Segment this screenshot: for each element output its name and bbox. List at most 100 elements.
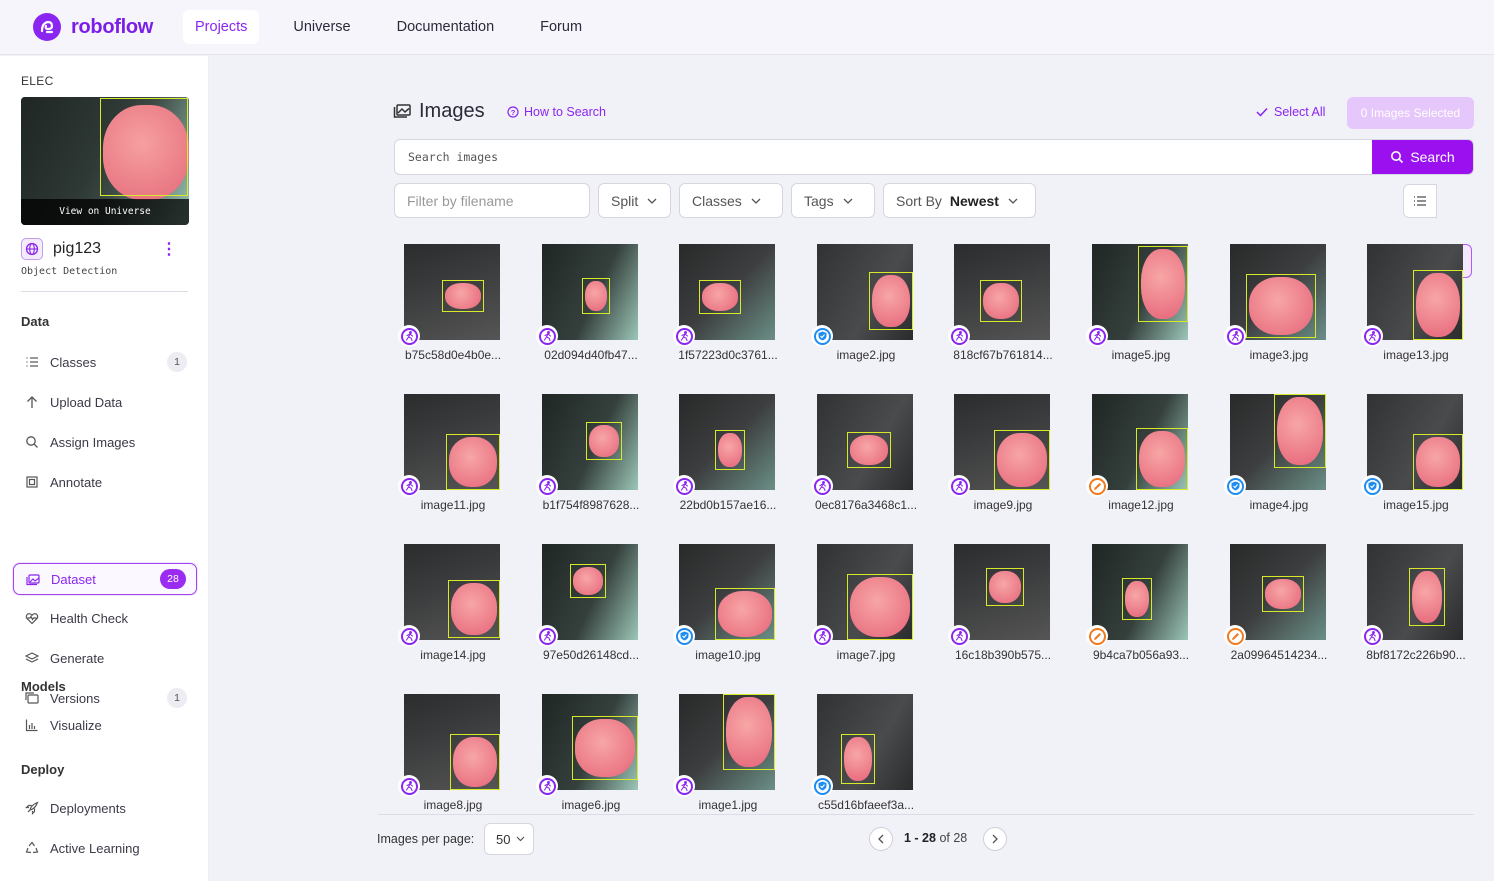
- image-tile[interactable]: 16c18b390b575...: [944, 544, 1062, 674]
- image-thumbnail[interactable]: [404, 694, 500, 790]
- image-filename: 818cf67b761814...: [953, 348, 1053, 362]
- image-tile[interactable]: image9.jpg: [944, 394, 1062, 524]
- image-thumbnail[interactable]: [679, 244, 775, 340]
- sidebar-item-generate[interactable]: Generate: [13, 642, 197, 674]
- prev-page-button[interactable]: [869, 827, 893, 851]
- roboflow-logo[interactable]: roboflow: [33, 13, 183, 41]
- image-thumbnail[interactable]: [542, 244, 638, 340]
- image-thumbnail[interactable]: [679, 544, 775, 640]
- filename-filter-input[interactable]: [407, 192, 577, 209]
- image-thumbnail[interactable]: [542, 394, 638, 490]
- image-thumbnail[interactable]: [1230, 544, 1326, 640]
- image-tile[interactable]: 0ec8176a3468c1...: [807, 394, 925, 524]
- image-tile[interactable]: 97e50d26148cd...: [532, 544, 650, 674]
- auto-annotated-icon: [536, 625, 558, 647]
- nav-universe[interactable]: Universe: [281, 10, 362, 44]
- search-button[interactable]: Search: [1372, 140, 1473, 174]
- image-thumbnail[interactable]: [542, 544, 638, 640]
- image-tile[interactable]: image4.jpg: [1220, 394, 1338, 524]
- more-vertical-icon[interactable]: ⋮: [161, 239, 177, 259]
- split-dropdown[interactable]: Split: [598, 183, 671, 218]
- image-tile[interactable]: image13.jpg: [1357, 244, 1475, 374]
- auto-annotated-icon: [398, 625, 420, 647]
- image-thumbnail[interactable]: [954, 544, 1050, 640]
- image-thumbnail[interactable]: [1092, 394, 1188, 490]
- image-tile[interactable]: image7.jpg: [807, 544, 925, 674]
- image-tile[interactable]: image6.jpg: [532, 694, 650, 824]
- nav-documentation[interactable]: Documentation: [385, 10, 507, 44]
- help-circle-icon: ?: [507, 106, 519, 118]
- image-tile[interactable]: image3.jpg: [1220, 244, 1338, 374]
- image-tile[interactable]: 22bd0b157ae16...: [669, 394, 787, 524]
- image-thumbnail[interactable]: [817, 544, 913, 640]
- sidebar-item-deployments[interactable]: Deployments: [13, 792, 197, 824]
- image-thumbnail[interactable]: [404, 244, 500, 340]
- image-thumbnail[interactable]: [404, 544, 500, 640]
- images-per-page-select[interactable]: 50: [484, 823, 534, 855]
- image-tile[interactable]: c55d16bfaeef3a...: [807, 694, 925, 824]
- image-tile[interactable]: image8.jpg: [394, 694, 512, 824]
- image-thumbnail[interactable]: [1230, 244, 1326, 340]
- how-to-search-link[interactable]: ? How to Search: [507, 105, 606, 119]
- image-thumbnail[interactable]: [1367, 544, 1463, 640]
- image-tile[interactable]: b75c58d0e4b0e...: [394, 244, 512, 374]
- image-thumbnail[interactable]: [1092, 544, 1188, 640]
- count-badge: 28: [160, 569, 186, 589]
- page-title: Images: [419, 100, 485, 122]
- classes-dropdown[interactable]: Classes: [679, 183, 783, 218]
- sidebar-item-dataset[interactable]: Dataset 28: [13, 563, 197, 595]
- image-thumbnail[interactable]: [1230, 394, 1326, 490]
- sort-dropdown[interactable]: Sort By Newest: [883, 183, 1036, 218]
- search-input[interactable]: [395, 140, 1372, 174]
- project-thumbnail[interactable]: View on Universe: [21, 97, 189, 225]
- sidebar-item-classes[interactable]: Classes 1: [13, 346, 197, 378]
- page-header: Images: [393, 100, 485, 123]
- image-tile[interactable]: 8bf8172c226b90...: [1357, 544, 1475, 674]
- image-thumbnail[interactable]: [679, 694, 775, 790]
- image-tile[interactable]: image1.jpg: [669, 694, 787, 824]
- images-selected-button[interactable]: 0 Images Selected: [1347, 97, 1474, 129]
- sidebar-item-visualize[interactable]: Visualize: [13, 709, 197, 741]
- image-tile[interactable]: 1f57223d0c3761...: [669, 244, 787, 374]
- image-thumbnail[interactable]: [817, 244, 913, 340]
- image-tile[interactable]: image14.jpg: [394, 544, 512, 674]
- recycle-icon: [13, 841, 50, 855]
- sidebar-item-assign-images[interactable]: Assign Images: [13, 426, 197, 458]
- image-tile[interactable]: 02d094d40fb47...: [532, 244, 650, 374]
- image-thumbnail[interactable]: [679, 394, 775, 490]
- sidebar-item-health-check[interactable]: Health Check: [13, 602, 197, 634]
- filename-filter[interactable]: [394, 183, 590, 218]
- sidebar-item-annotate[interactable]: Annotate: [13, 466, 197, 498]
- image-tile[interactable]: b1f754f8987628...: [532, 394, 650, 524]
- image-tile[interactable]: image5.jpg: [1082, 244, 1200, 374]
- image-thumbnail[interactable]: [817, 694, 913, 790]
- image-tile[interactable]: image11.jpg: [394, 394, 512, 524]
- image-thumbnail[interactable]: [404, 394, 500, 490]
- image-thumbnail[interactable]: [817, 394, 913, 490]
- image-thumbnail[interactable]: [1367, 394, 1463, 490]
- sidebar-item-upload-data[interactable]: Upload Data: [13, 386, 197, 418]
- image-tile[interactable]: image15.jpg: [1357, 394, 1475, 524]
- image-tile[interactable]: 2a09964514234...: [1220, 544, 1338, 674]
- list-view-button[interactable]: [1403, 184, 1437, 218]
- image-tile[interactable]: image2.jpg: [807, 244, 925, 374]
- image-thumbnail[interactable]: [954, 394, 1050, 490]
- image-thumbnail[interactable]: [542, 694, 638, 790]
- image-thumbnail[interactable]: [1367, 244, 1463, 340]
- image-tile[interactable]: 9b4ca7b056a93...: [1082, 544, 1200, 674]
- image-tile[interactable]: image12.jpg: [1082, 394, 1200, 524]
- image-thumbnail[interactable]: [1092, 244, 1188, 340]
- select-all-button[interactable]: Select All: [1256, 105, 1325, 119]
- bounding-box: [442, 280, 484, 312]
- nav-projects[interactable]: Projects: [183, 10, 260, 44]
- nav-forum[interactable]: Forum: [528, 10, 594, 44]
- chevron-left-icon: [878, 834, 884, 844]
- image-tile[interactable]: 818cf67b761814...: [944, 244, 1062, 374]
- next-page-button[interactable]: [983, 827, 1007, 851]
- tags-dropdown[interactable]: Tags: [791, 183, 875, 218]
- images-stack-icon: [14, 572, 51, 586]
- view-on-universe-link[interactable]: View on Universe: [21, 199, 189, 225]
- image-thumbnail[interactable]: [954, 244, 1050, 340]
- image-tile[interactable]: image10.jpg: [669, 544, 787, 674]
- sidebar-item-active-learning[interactable]: Active Learning: [13, 832, 197, 864]
